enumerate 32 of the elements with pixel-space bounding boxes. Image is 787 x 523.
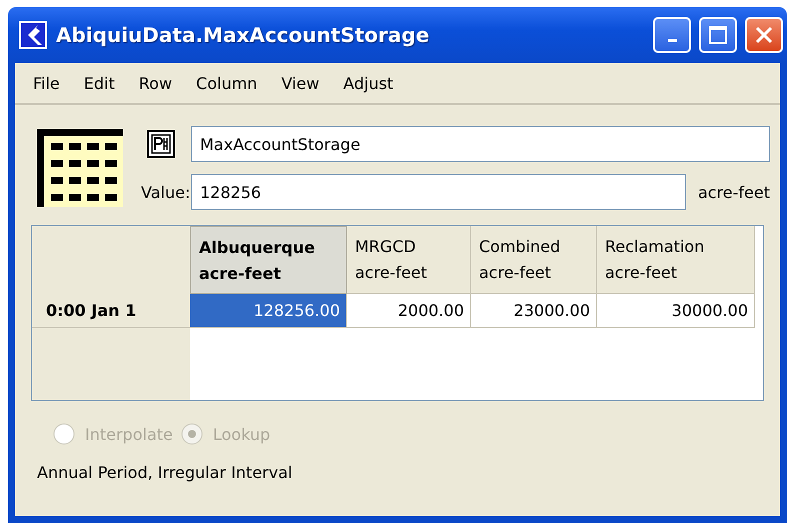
close-icon (754, 25, 774, 45)
maximize-icon (708, 25, 728, 45)
table-icon (37, 129, 123, 207)
menu-item[interactable]: Edit (74, 74, 125, 92)
column-header[interactable]: Combined acre-feet (471, 226, 597, 294)
radio-label: Lookup (212, 424, 270, 444)
column-header[interactable]: MRGCD acre-feet (347, 226, 471, 294)
table-cell[interactable]: 128256.00 (190, 294, 347, 328)
name-field[interactable]: MaxAccountStorage (191, 126, 770, 162)
minimize-button[interactable] (653, 17, 691, 53)
status-text: Annual Period, Irregular Interval (37, 463, 292, 482)
parameter-icon (147, 130, 175, 158)
close-button[interactable] (745, 17, 783, 53)
maximize-button[interactable] (699, 17, 737, 53)
value-field[interactable]: 128256 (191, 174, 686, 210)
window-title: AbiquiuData.MaxAccountStorage (56, 23, 430, 47)
radio-label: Interpolate (85, 424, 173, 444)
menu-item[interactable]: Row (128, 74, 182, 92)
row-header: 0:00 Jan 1 (32, 294, 190, 328)
minimize-icon (668, 38, 676, 42)
menu-item[interactable]: Column (186, 74, 268, 92)
units-label: acre-feet (698, 182, 770, 202)
menu-item[interactable]: Adjust (333, 74, 404, 92)
value-label: Value: (141, 182, 190, 202)
table-cell[interactable]: 2000.00 (347, 294, 471, 328)
column-header[interactable]: Reclamation acre-feet (597, 226, 755, 294)
table-cell[interactable]: 23000.00 (471, 294, 597, 328)
menu-item[interactable]: View (271, 74, 330, 92)
column-header[interactable]: Albuquerque acre-feet (190, 226, 347, 294)
table-cell[interactable]: 30000.00 (597, 294, 755, 328)
app-logo-icon (18, 20, 48, 50)
menu-item[interactable]: File (23, 74, 70, 92)
